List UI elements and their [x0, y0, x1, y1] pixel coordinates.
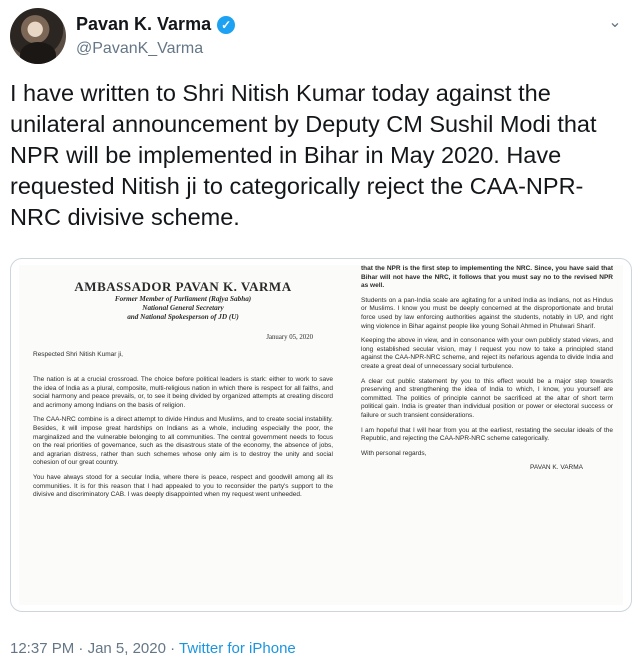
letter-paragraph: You have always stood for a secular Indi…: [33, 473, 333, 499]
letter-page: AMBASSADOR PAVAN K. VARMA Former Member …: [19, 265, 623, 605]
author-handle[interactable]: @PavanK_Varma: [76, 40, 203, 58]
tweet-header: Pavan K. Varma ✓ @PavanK_Varma ⌄: [10, 8, 630, 64]
tweet-time[interactable]: 12:37 PM: [10, 640, 74, 657]
letter-left-column: AMBASSADOR PAVAN K. VARMA Former Member …: [33, 271, 333, 506]
letterhead-line-3: and National Spokesperson of JD (U): [127, 313, 239, 321]
letterhead-line-2: National General Secretary: [142, 304, 224, 312]
meta-separator: ·: [165, 640, 180, 657]
meta-separator: ·: [74, 640, 88, 657]
verified-badge-icon: ✓: [217, 15, 236, 34]
attached-letter-image[interactable]: AMBASSADOR PAVAN K. VARMA Former Member …: [10, 258, 632, 612]
letter-signature: PAVAN K. VARMA: [530, 464, 583, 472]
letter-right-column: that the NPR is the first step to implem…: [361, 265, 613, 471]
letter-salutation: Respected Shri Nitish Kumar ji,: [33, 351, 123, 358]
letterhead-title: AMBASSADOR PAVAN K. VARMA: [74, 279, 292, 294]
letter-paragraph: Keeping the above in view, and in conson…: [361, 337, 613, 370]
tweet-date[interactable]: Jan 5, 2020: [88, 640, 166, 657]
letter-paragraph: I am hopeful that I will hear from you a…: [361, 426, 613, 443]
letter-paragraph: The CAA-NRC combine is a direct attempt …: [33, 416, 333, 467]
tweet-meta: 12:37 PM · Jan 5, 2020 · Twitter for iPh…: [10, 640, 296, 657]
chevron-down-icon[interactable]: ⌄: [606, 14, 624, 32]
letter-paragraph: A clear cut public statement by you to t…: [361, 377, 613, 419]
letter-paragraph: Students on a pan-India scale are agitat…: [361, 296, 613, 330]
tweet-source-link[interactable]: Twitter for iPhone: [179, 640, 296, 657]
letterhead-line-1: Former Member of Parliament (Rajya Sabha…: [114, 295, 252, 303]
letter-paragraph: that the NPR is the first step to implem…: [361, 265, 613, 290]
letter-date: January 05, 2020: [266, 334, 313, 341]
avatar[interactable]: [10, 8, 66, 64]
letter-paragraph: The nation is at a crucial crossroad. Th…: [33, 376, 333, 409]
tweet-text: I have written to Shri Nitish Kumar toda…: [10, 80, 604, 230]
letter-closing: With personal regards,: [361, 449, 427, 457]
author-name[interactable]: Pavan K. Varma: [76, 14, 211, 35]
author-name-row: Pavan K. Varma ✓: [76, 14, 236, 35]
